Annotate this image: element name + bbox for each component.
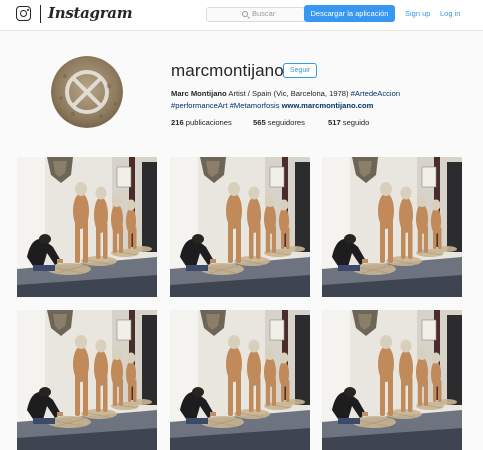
download-app-button[interactable]: Descargar la aplicación: [304, 5, 395, 22]
following-count: 517: [328, 118, 341, 127]
bio-text: Artist / Spain (Vic, Barcelona, 1978): [226, 89, 351, 98]
search-icon: [242, 11, 248, 17]
bio-name: Marc Montijano: [171, 89, 227, 98]
search-input[interactable]: Buscar: [206, 7, 305, 22]
followers-label: seguidores: [265, 118, 305, 127]
instagram-wordmark[interactable]: Instagram: [48, 4, 133, 22]
posts-count: 216: [171, 118, 184, 127]
bio-hashtag-artedeaccion[interactable]: #ArtedeAccion: [351, 89, 400, 98]
instagram-camera-icon[interactable]: [16, 6, 31, 21]
logo-divider: [40, 5, 41, 23]
posts-stat: 216 publicaciones: [171, 118, 232, 127]
bio-hashtag-metamorfosis[interactable]: #Metamorfosis: [230, 101, 280, 110]
profile-bio: Marc Montijano Artist / Spain (Vic, Barc…: [171, 88, 461, 112]
login-link[interactable]: Log in: [440, 9, 460, 18]
bio-hashtag-performanceart[interactable]: #performanceArt: [171, 101, 228, 110]
post-thumbnail[interactable]: [170, 310, 310, 450]
post-thumbnail[interactable]: [17, 310, 157, 450]
post-thumbnail[interactable]: [322, 157, 462, 297]
profile-avatar[interactable]: [51, 56, 123, 128]
bio-website-link[interactable]: www.marcmontijano.com: [282, 101, 374, 110]
posts-label: publicaciones: [183, 118, 232, 127]
post-thumbnail[interactable]: [17, 157, 157, 297]
profile-username: marcmontijano: [171, 61, 284, 80]
followers-stat[interactable]: 565 seguidores: [253, 118, 305, 127]
signup-link[interactable]: Sign up: [405, 9, 430, 18]
follow-button[interactable]: Seguir: [283, 63, 317, 78]
followers-count: 565: [253, 118, 266, 127]
following-label: seguido: [340, 118, 370, 127]
top-navigation-bar: Instagram Buscar Descargar la aplicación…: [0, 0, 483, 31]
post-thumbnail[interactable]: [322, 310, 462, 450]
following-stat[interactable]: 517 seguido: [328, 118, 369, 127]
post-thumbnail[interactable]: [170, 157, 310, 297]
search-placeholder: Buscar: [252, 9, 276, 18]
